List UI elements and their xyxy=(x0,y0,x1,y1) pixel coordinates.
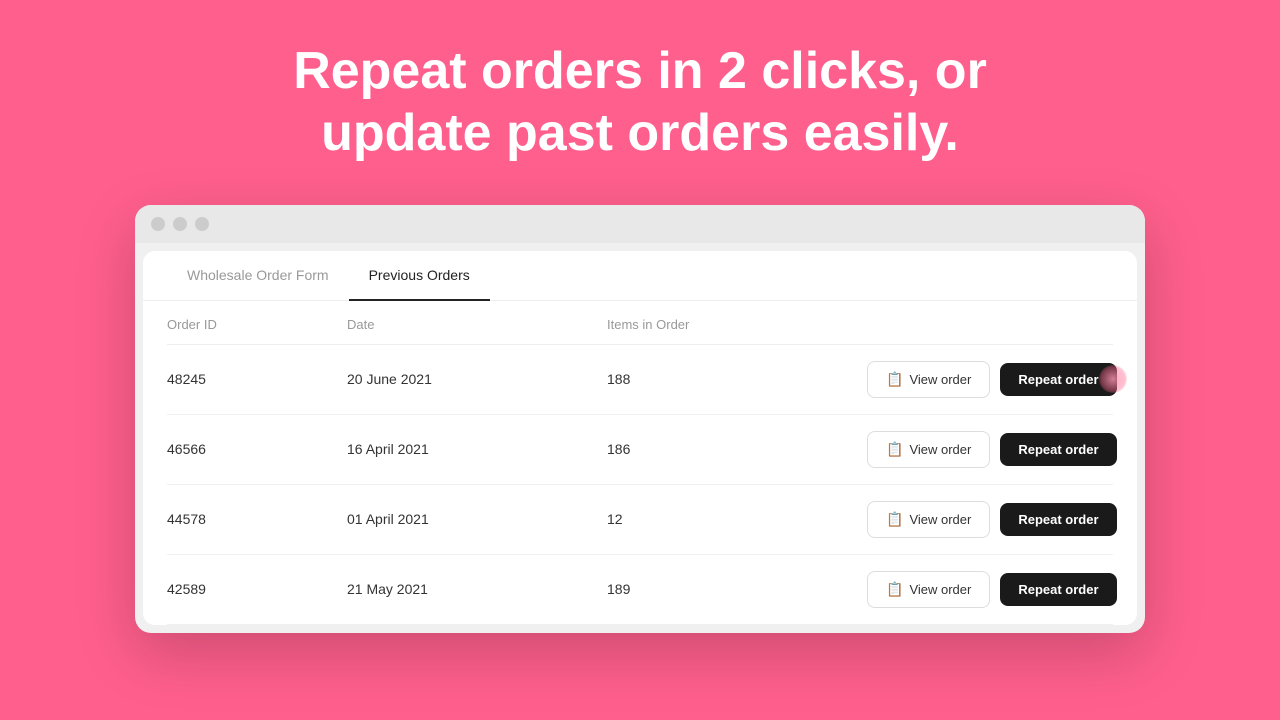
header-actions xyxy=(867,317,1113,332)
order-id-42589: 42589 xyxy=(167,581,347,597)
items-42589: 189 xyxy=(607,581,867,597)
view-order-button-46566[interactable]: 📋 View order xyxy=(867,431,990,468)
headline-line2: update past orders easily. xyxy=(293,102,987,164)
tab-wholesale[interactable]: Wholesale Order Form xyxy=(167,251,349,301)
browser-chrome xyxy=(135,205,1145,243)
repeat-order-label: Repeat order xyxy=(1018,442,1098,457)
view-order-icon: 📋 xyxy=(886,581,903,598)
view-order-label: View order xyxy=(909,512,971,527)
tab-previous-orders-label: Previous Orders xyxy=(369,267,470,283)
table-row: 46566 16 April 2021 186 📋 View order Rep… xyxy=(167,415,1113,485)
order-id-48245: 48245 xyxy=(167,371,347,387)
header-date: Date xyxy=(347,317,607,332)
repeat-order-button-48245[interactable]: Repeat order xyxy=(1000,363,1116,396)
row-actions-46566: 📋 View order Repeat order xyxy=(867,431,1117,468)
browser-window: Wholesale Order Form Previous Orders Ord… xyxy=(135,205,1145,633)
click-cursor-effect xyxy=(1099,365,1127,393)
date-42589: 21 May 2021 xyxy=(347,581,607,597)
view-order-icon: 📋 xyxy=(886,511,903,528)
tab-previous-orders[interactable]: Previous Orders xyxy=(349,251,490,301)
view-order-label: View order xyxy=(909,582,971,597)
view-order-button-44578[interactable]: 📋 View order xyxy=(867,501,990,538)
orders-table: Order ID Date Items in Order 48245 20 Ju… xyxy=(143,301,1137,625)
repeat-order-label: Repeat order xyxy=(1018,582,1098,597)
repeat-order-label: Repeat order xyxy=(1018,372,1098,387)
header-order-id: Order ID xyxy=(167,317,347,332)
order-id-44578: 44578 xyxy=(167,511,347,527)
tab-wholesale-label: Wholesale Order Form xyxy=(187,267,329,283)
repeat-order-label: Repeat order xyxy=(1018,512,1098,527)
headline-line1: Repeat orders in 2 clicks, or xyxy=(293,40,987,102)
table-header: Order ID Date Items in Order xyxy=(167,301,1113,345)
repeat-order-button-42589[interactable]: Repeat order xyxy=(1000,573,1116,606)
repeat-order-button-44578[interactable]: Repeat order xyxy=(1000,503,1116,536)
items-46566: 186 xyxy=(607,441,867,457)
date-44578: 01 April 2021 xyxy=(347,511,607,527)
date-48245: 20 June 2021 xyxy=(347,371,607,387)
browser-dot-red xyxy=(151,217,165,231)
items-48245: 188 xyxy=(607,371,867,387)
order-id-46566: 46566 xyxy=(167,441,347,457)
view-order-label: View order xyxy=(909,372,971,387)
view-order-label: View order xyxy=(909,442,971,457)
view-order-button-42589[interactable]: 📋 View order xyxy=(867,571,990,608)
app-content: Wholesale Order Form Previous Orders Ord… xyxy=(143,251,1137,625)
view-order-icon: 📋 xyxy=(886,371,903,388)
row-actions-42589: 📋 View order Repeat order xyxy=(867,571,1117,608)
row-actions-44578: 📋 View order Repeat order xyxy=(867,501,1117,538)
tabs-bar: Wholesale Order Form Previous Orders xyxy=(143,251,1137,301)
main-headline: Repeat orders in 2 clicks, or update pas… xyxy=(293,40,987,165)
table-row: 42589 21 May 2021 189 📋 View order Repea… xyxy=(167,555,1113,625)
header-items: Items in Order xyxy=(607,317,867,332)
browser-dot-yellow xyxy=(173,217,187,231)
table-row: 44578 01 April 2021 12 📋 View order Repe… xyxy=(167,485,1113,555)
row-actions-48245: 📋 View order Repeat order xyxy=(867,361,1117,398)
items-44578: 12 xyxy=(607,511,867,527)
browser-dot-green xyxy=(195,217,209,231)
date-46566: 16 April 2021 xyxy=(347,441,607,457)
table-row: 48245 20 June 2021 188 📋 View order Repe… xyxy=(167,345,1113,415)
view-order-icon: 📋 xyxy=(886,441,903,458)
view-order-button-48245[interactable]: 📋 View order xyxy=(867,361,990,398)
repeat-order-button-46566[interactable]: Repeat order xyxy=(1000,433,1116,466)
